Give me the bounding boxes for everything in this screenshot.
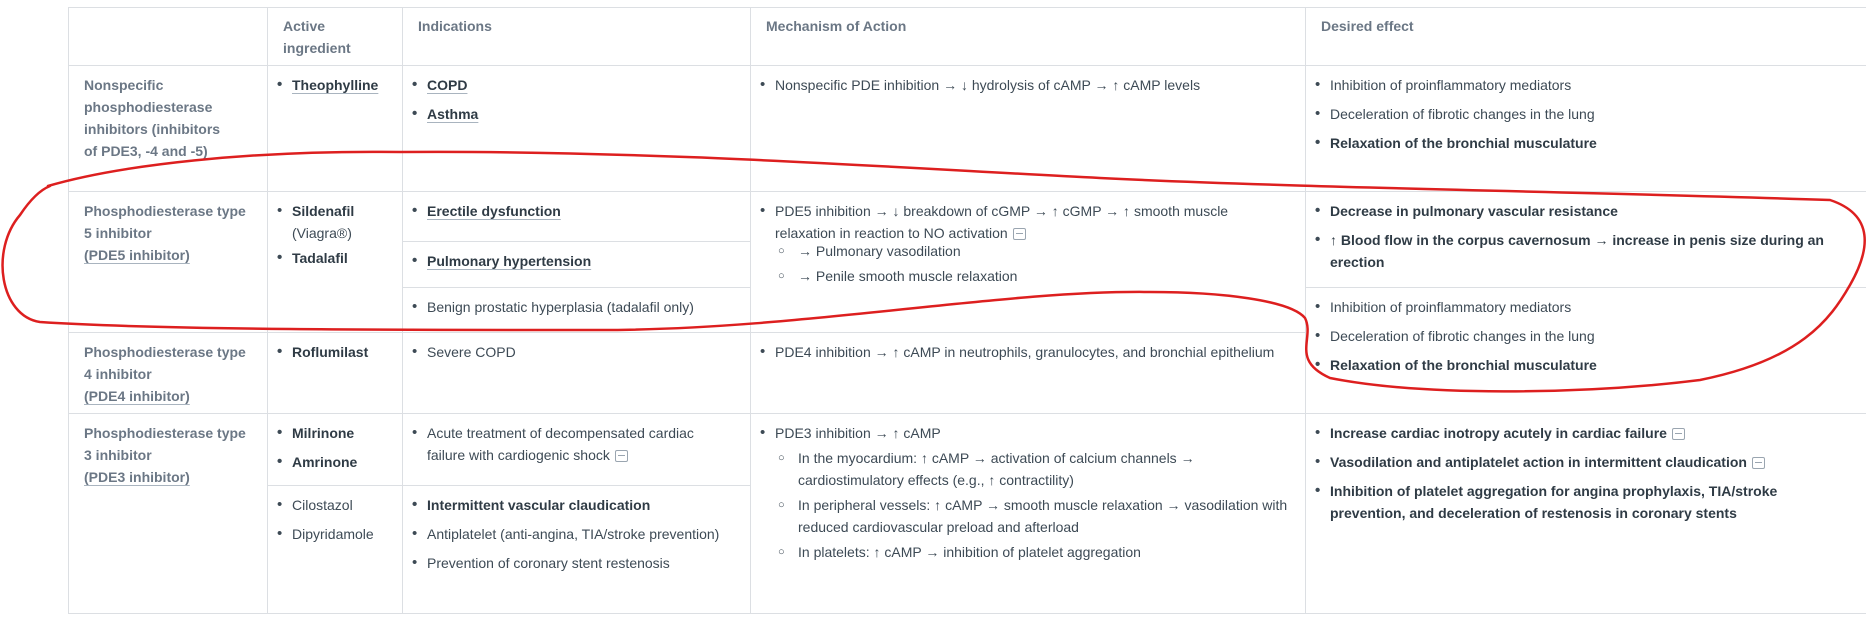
note-icon[interactable] xyxy=(1751,457,1765,470)
row-title-pde5: Phosphodiesterase type 5 inhibitor (PDE5… xyxy=(84,203,246,263)
indication-pulmonary-hypertension: Pulmonary hypertension xyxy=(410,250,745,279)
ingredients-pde5: Sildenafil(Viagra®) Tadalafil xyxy=(275,200,400,276)
indication-erectile-dysfunction: Erectile dysfunction xyxy=(410,200,745,229)
ingredients-nonspecific: Theophylline xyxy=(275,74,395,103)
indication-asthma[interactable]: Asthma xyxy=(410,103,740,125)
indications-pde3-b: Intermittent vascular claudication Antip… xyxy=(410,494,735,581)
effect-item: Relaxation of the bronchial musculature xyxy=(1313,132,1853,154)
indications-pde4: Severe COPD xyxy=(410,341,745,370)
note-icon[interactable] xyxy=(614,450,628,463)
note-icon[interactable] xyxy=(1671,428,1685,441)
ingredients-pde3-b: Cilostazol Dipyridamole xyxy=(275,494,400,552)
ingredient-theophylline[interactable]: Theophylline xyxy=(275,74,395,96)
indications-nonspecific: COPD Asthma xyxy=(410,74,740,132)
mechanism-pde3: PDE3 inhibition → ↑ cAMP In the myocardi… xyxy=(758,422,1298,570)
indications-pde3-a: Acute treatment of decompensated cardiac… xyxy=(410,422,735,473)
note-icon[interactable] xyxy=(1012,228,1026,241)
ingredients-pde4: Roflumilast xyxy=(275,341,400,370)
header-indications: Indications xyxy=(418,18,492,34)
effects-pde3: Increase cardiac inotropy acutely in car… xyxy=(1313,422,1843,531)
indication-copd[interactable]: COPD xyxy=(410,74,740,96)
indication-bph: Benign prostatic hyperplasia (tadalafil … xyxy=(410,296,745,325)
header-desired-effect: Desired effect xyxy=(1321,18,1414,34)
effects-pde5: Decrease in pulmonary vascular resistanc… xyxy=(1313,200,1858,280)
mechanism-pde5: PDE5 inhibition → ↓ breakdown of cGMP → … xyxy=(758,200,1298,294)
row-title-pde3: Phosphodiesterase type 3 inhibitor (PDE3… xyxy=(84,425,246,485)
effects-nonspecific: Inhibition of proinflammatory mediators … xyxy=(1313,74,1853,161)
mechanism-pde4: PDE4 inhibition → ↑ cAMP in neutrophils,… xyxy=(758,341,1288,370)
effect-item: Deceleration of fibrotic changes in the … xyxy=(1313,103,1853,125)
effects-pde4: Inhibition of proinflammatory mediators … xyxy=(1313,296,1858,383)
row-title-nonspecific: Nonspecific phosphodiesterase inhibitors… xyxy=(84,77,221,159)
row-title-pde4: Phosphodiesterase type 4 inhibitor (PDE4… xyxy=(84,344,246,404)
ingredient-tadalafil: Tadalafil xyxy=(275,247,400,269)
mechanism-nonspecific-text: Nonspecific PDE inhibition → ↓ hydrolysi… xyxy=(758,74,1298,96)
drug-table: Active ingredient Indications Mechanism … xyxy=(68,7,1866,614)
ingredients-pde3-a: Milrinone Amrinone xyxy=(275,422,400,480)
header-mechanism: Mechanism of Action xyxy=(766,18,907,34)
mechanism-nonspecific: Nonspecific PDE inhibition → ↓ hydrolysi… xyxy=(758,74,1298,103)
header-active-ingredient: Active ingredient xyxy=(283,18,351,56)
effect-item: Inhibition of proinflammatory mediators xyxy=(1313,74,1853,96)
